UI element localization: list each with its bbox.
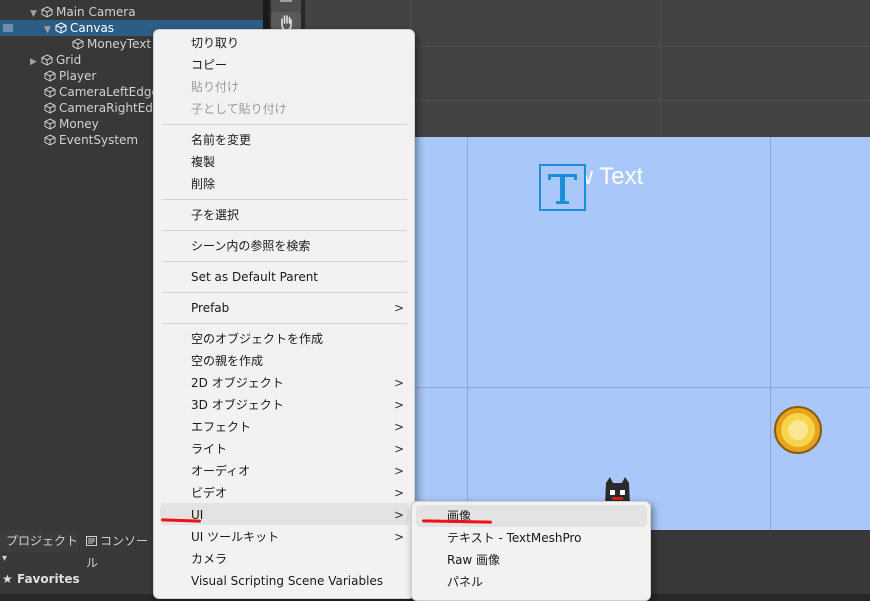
menu-item: 貼り付け [191,80,240,94]
hierarchy-item-event-system[interactable]: EventSystem [44,132,138,148]
ui-canvas-area[interactable] [415,137,870,530]
menu-item[interactable]: Set as Default Parent [191,266,318,288]
hierarchy-item-camera-left-edge[interactable]: CameraLeftEdge [44,84,159,100]
fold-arrow-icon[interactable]: ▼ [44,22,52,38]
menu-item[interactable]: UI [191,504,203,526]
hierarchy-item-label: CameraRightEdge [59,101,168,115]
menu-separator [162,323,407,324]
hierarchy-item-player[interactable]: Player [44,68,96,84]
submenu-arrow-icon: > [394,442,405,456]
tab-console[interactable]: コンソール [80,530,155,570]
menu-item[interactable]: オーディオ [191,460,250,482]
gameobject-icon [55,22,67,34]
menu-item[interactable]: シーン内の参照を検索 [191,235,310,257]
hierarchy-item-label: CameraLeftEdge [59,85,159,99]
gameobject-icon [41,54,53,66]
hierarchy-item-main-camera[interactable]: ▼ Main Camera [30,4,136,20]
menu-separator [162,292,407,293]
submenu-item-text-meshpro[interactable]: テキスト - TextMeshPro [447,527,582,549]
favorites-label: Favorites [16,572,80,586]
submenu-arrow-icon: > [394,530,405,544]
grid-line [770,137,771,530]
gameobject-icon [44,70,56,82]
menu-item[interactable]: 削除 [191,173,215,195]
submenu-arrow-icon: > [394,376,405,390]
submenu-item-image[interactable]: 画像 [447,505,471,527]
menu-item[interactable]: UI ツールキット [191,526,279,548]
hierarchy-item-label: Money [59,117,99,131]
add-dropdown-icon[interactable]: ▾ [2,553,7,564]
menu-item[interactable]: Prefab [191,297,229,319]
hierarchy-item-canvas[interactable]: ▼ Canvas [44,20,114,36]
hierarchy-item-label: EventSystem [59,133,139,147]
hierarchy-item-label: Canvas [70,21,115,35]
menu-item[interactable]: 子を選択 [191,204,239,226]
gameobject-icon [41,6,53,18]
menu-item[interactable]: 3D オブジェクト [191,394,284,416]
grid-line [660,0,661,137]
submenu-arrow-icon: > [394,301,405,315]
gameobject-icon [44,134,56,146]
tab-project[interactable]: プロジェクト [0,530,78,552]
menu-item[interactable]: 複製 [191,151,215,173]
menu-item[interactable]: Visual Scripting Scene Variables [191,570,383,592]
menu-item[interactable]: 2D オブジェクト [191,372,284,394]
menu-item[interactable]: 空のオブジェクトを作成 [191,328,323,350]
hierarchy-item-label: MoneyText [87,37,152,51]
gameobject-icon [44,102,56,114]
canvas-scene-icon [3,24,13,32]
menu-separator [162,230,407,231]
ui-submenu: 画像 テキスト - TextMeshPro Raw 画像 パネル [411,501,651,601]
hierarchy-item-label: Player [59,69,97,83]
hierarchy-item-money-text[interactable]: MoneyText [72,36,151,52]
text-gizmo-icon[interactable] [539,164,586,211]
hierarchy-item-grid[interactable]: ▶ Grid [30,52,81,68]
submenu-item-raw-image[interactable]: Raw 画像 [447,549,500,571]
menu-separator [162,199,407,200]
menu-item[interactable]: 切り取り [191,32,239,54]
fold-arrow-icon[interactable]: ▼ [30,6,38,22]
context-menu: 切り取り コピー貼り付け子として貼り付け名前を変更 複製 削除子を選択シーン内の参照を… [153,29,415,599]
hierarchy-item-label: Main Camera [56,5,136,19]
menu-separator [162,124,407,125]
fold-arrow-icon[interactable]: ▶ [30,54,38,70]
star-icon: ★ [2,572,13,586]
project-tab-label: プロジェクト [6,534,79,548]
submenu-arrow-icon: > [394,398,405,412]
menu-item[interactable]: 名前を変更 [191,129,251,151]
coin-sprite-icon[interactable] [773,405,823,455]
menu-item[interactable]: カメラ [191,548,227,570]
menu-item[interactable]: ライト [191,438,227,460]
menu-item[interactable]: コピー [191,54,227,76]
menu-item[interactable]: ビデオ [191,482,227,504]
gameobject-icon [72,38,84,50]
hierarchy-item-camera-right-edge[interactable]: CameraRightEdge [44,100,168,116]
menu-item[interactable]: エフェクト [191,416,251,438]
favorites-header[interactable]: ★ Favorites [2,572,80,586]
grid-line [415,387,870,388]
menu-item[interactable]: 空の親を作成 [191,350,263,372]
grid-line [467,137,468,530]
submenu-item-panel[interactable]: パネル [447,571,483,593]
submenu-arrow-icon: > [394,420,405,434]
submenu-arrow-icon: > [394,508,405,522]
gameobject-icon [44,86,56,98]
hamburger-icon [280,0,292,2]
hierarchy-item-label: Grid [56,53,82,67]
menu-separator [162,261,407,262]
hierarchy-item-money[interactable]: Money [44,116,99,132]
menu-item: 子として貼り付け [191,102,287,116]
gameobject-icon [44,118,56,130]
submenu-arrow-icon: > [394,464,405,478]
console-icon [86,536,97,546]
submenu-arrow-icon: > [394,486,405,500]
